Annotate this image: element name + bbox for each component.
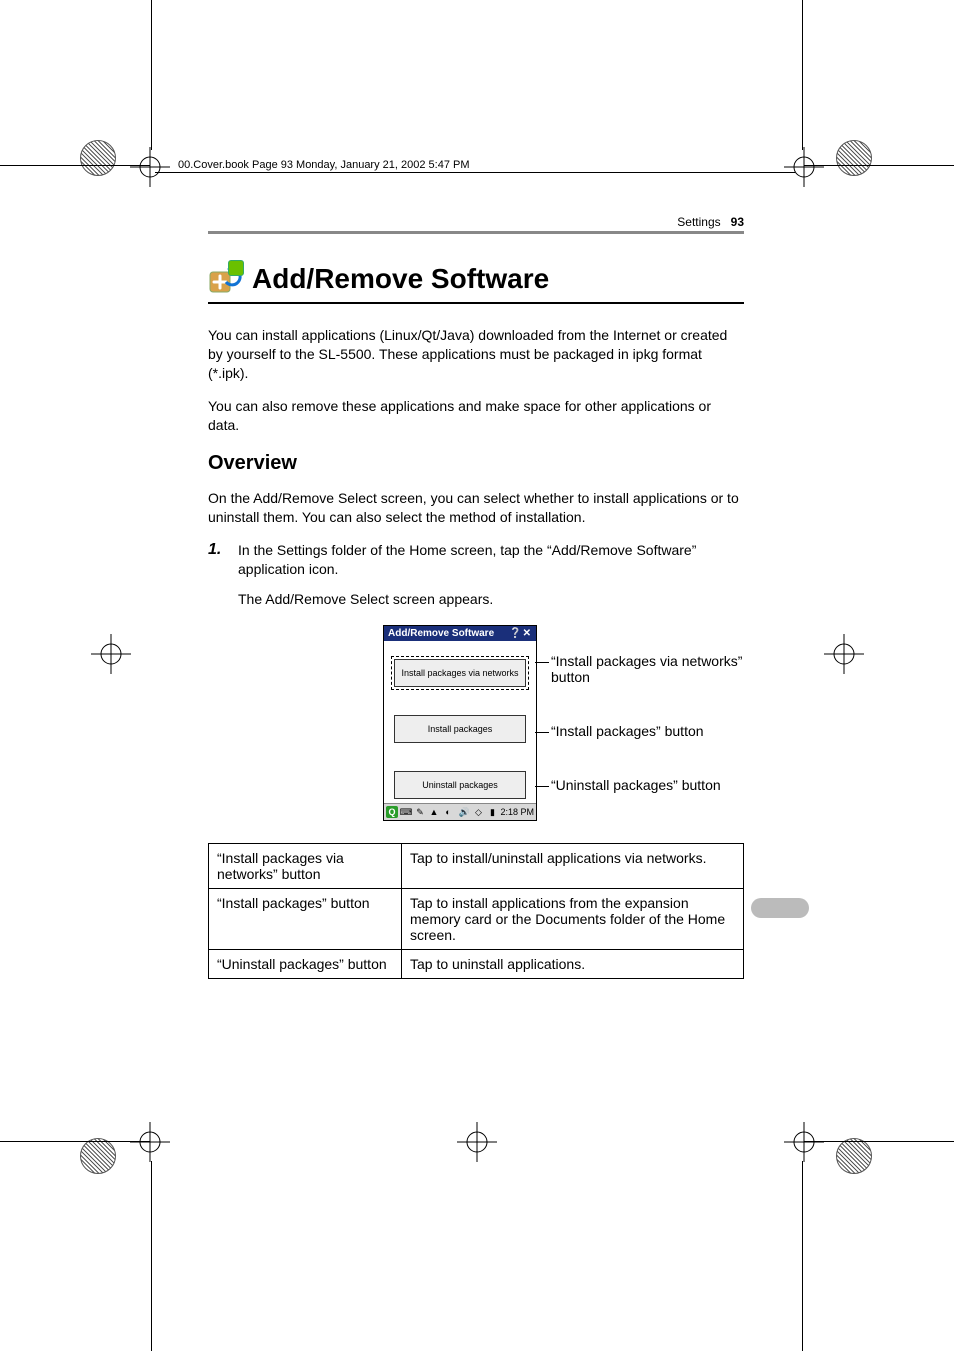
page-thumb-tab (751, 898, 809, 918)
page-title: Add/Remove Software (252, 263, 549, 295)
table-row: “Install packages via networks” button T… (209, 844, 744, 889)
screenshot-title: Add/Remove Software (388, 628, 494, 639)
button-label: Uninstall packages (422, 780, 498, 790)
registration-mark-icon (130, 147, 170, 187)
crop-mark (804, 165, 954, 166)
section-name: Settings (677, 215, 720, 229)
step-number: 1. (208, 541, 230, 579)
callout-install-via-networks: “Install packages via networks” button (551, 653, 744, 685)
up-icon: ▲ (428, 806, 440, 818)
battery-icon: ▮ (486, 806, 498, 818)
step-text: In the Settings folder of the Home scree… (238, 541, 744, 579)
taskbar-clock: 2:18 PM (500, 807, 534, 817)
registration-mark-icon (784, 1122, 824, 1162)
install-packages-button[interactable]: Install packages (394, 715, 526, 743)
button-label: Install packages via networks (401, 668, 518, 678)
crop-mark (151, 1161, 152, 1351)
card-icon: ◇ (472, 806, 484, 818)
crop-mark (804, 1141, 954, 1142)
registration-mark-icon (91, 634, 131, 674)
head-rule (155, 172, 795, 173)
overview-paragraph: On the Add/Remove Select screen, you can… (208, 489, 744, 527)
step-result: The Add/Remove Select screen appears. (238, 591, 744, 607)
crop-ornament-icon (80, 1138, 116, 1174)
crop-ornament-icon (836, 1138, 872, 1174)
titlebar-icons: ❔✕ (509, 628, 532, 639)
page-number: 93 (731, 215, 744, 229)
registration-mark-icon (457, 1122, 497, 1162)
crop-mark (802, 1161, 803, 1351)
button-description-table: “Install packages via networks” button T… (208, 843, 744, 979)
device-screenshot: Add/Remove Software ❔✕ Install packages … (383, 625, 537, 821)
intro-paragraph-1: You can install applications (Linux/Qt/J… (208, 326, 744, 383)
install-via-networks-button[interactable]: Install packages via networks (394, 659, 526, 687)
header-rule (208, 231, 744, 234)
table-cell-desc: Tap to install/uninstall applications vi… (402, 844, 744, 889)
button-label: Install packages (428, 724, 493, 734)
table-row: “Uninstall packages” button Tap to unins… (209, 950, 744, 979)
add-remove-software-icon (208, 262, 242, 296)
table-cell-desc: Tap to install applications from the exp… (402, 889, 744, 950)
crop-ornament-icon (80, 140, 116, 176)
close-icon: ✕ (523, 628, 532, 639)
table-cell-label: “Install packages via networks” button (209, 844, 402, 889)
registration-mark-icon (130, 1122, 170, 1162)
registration-mark-icon (824, 634, 864, 674)
crop-mark (151, 0, 152, 150)
volume-icon: 🔊 (458, 806, 470, 818)
table-cell-label: “Uninstall packages” button (209, 950, 402, 979)
intro-paragraph-2: You can also remove these applications a… (208, 397, 744, 435)
home-icon: Q (386, 806, 398, 818)
callout-install-packages: “Install packages” button (551, 723, 744, 739)
step-1: 1. In the Settings folder of the Home sc… (208, 541, 744, 579)
taskbar: Q ⌨ ✎ ▲ ◐ 🔊 ◇ ▮ 2:18 PM (384, 803, 536, 820)
pen-icon: ✎ (414, 806, 426, 818)
table-cell-desc: Tap to uninstall applications. (402, 950, 744, 979)
table-row: “Install packages” button Tap to install… (209, 889, 744, 950)
crop-ornament-icon (836, 140, 872, 176)
page-header: Settings 93 (208, 215, 744, 229)
table-cell-label: “Install packages” button (209, 889, 402, 950)
registration-mark-icon (784, 147, 824, 187)
callout-uninstall-packages: “Uninstall packages” button (551, 777, 744, 793)
keyboard-icon: ⌨ (400, 806, 412, 818)
running-app-icon: ◐ (442, 806, 454, 818)
crop-mark (0, 1141, 150, 1142)
help-icon: ❔ (509, 628, 522, 639)
crop-mark (0, 165, 150, 166)
overview-heading: Overview (208, 452, 744, 475)
running-head: 00.Cover.book Page 93 Monday, January 21… (178, 159, 470, 171)
uninstall-packages-button[interactable]: Uninstall packages (394, 771, 526, 799)
crop-mark (802, 0, 803, 150)
